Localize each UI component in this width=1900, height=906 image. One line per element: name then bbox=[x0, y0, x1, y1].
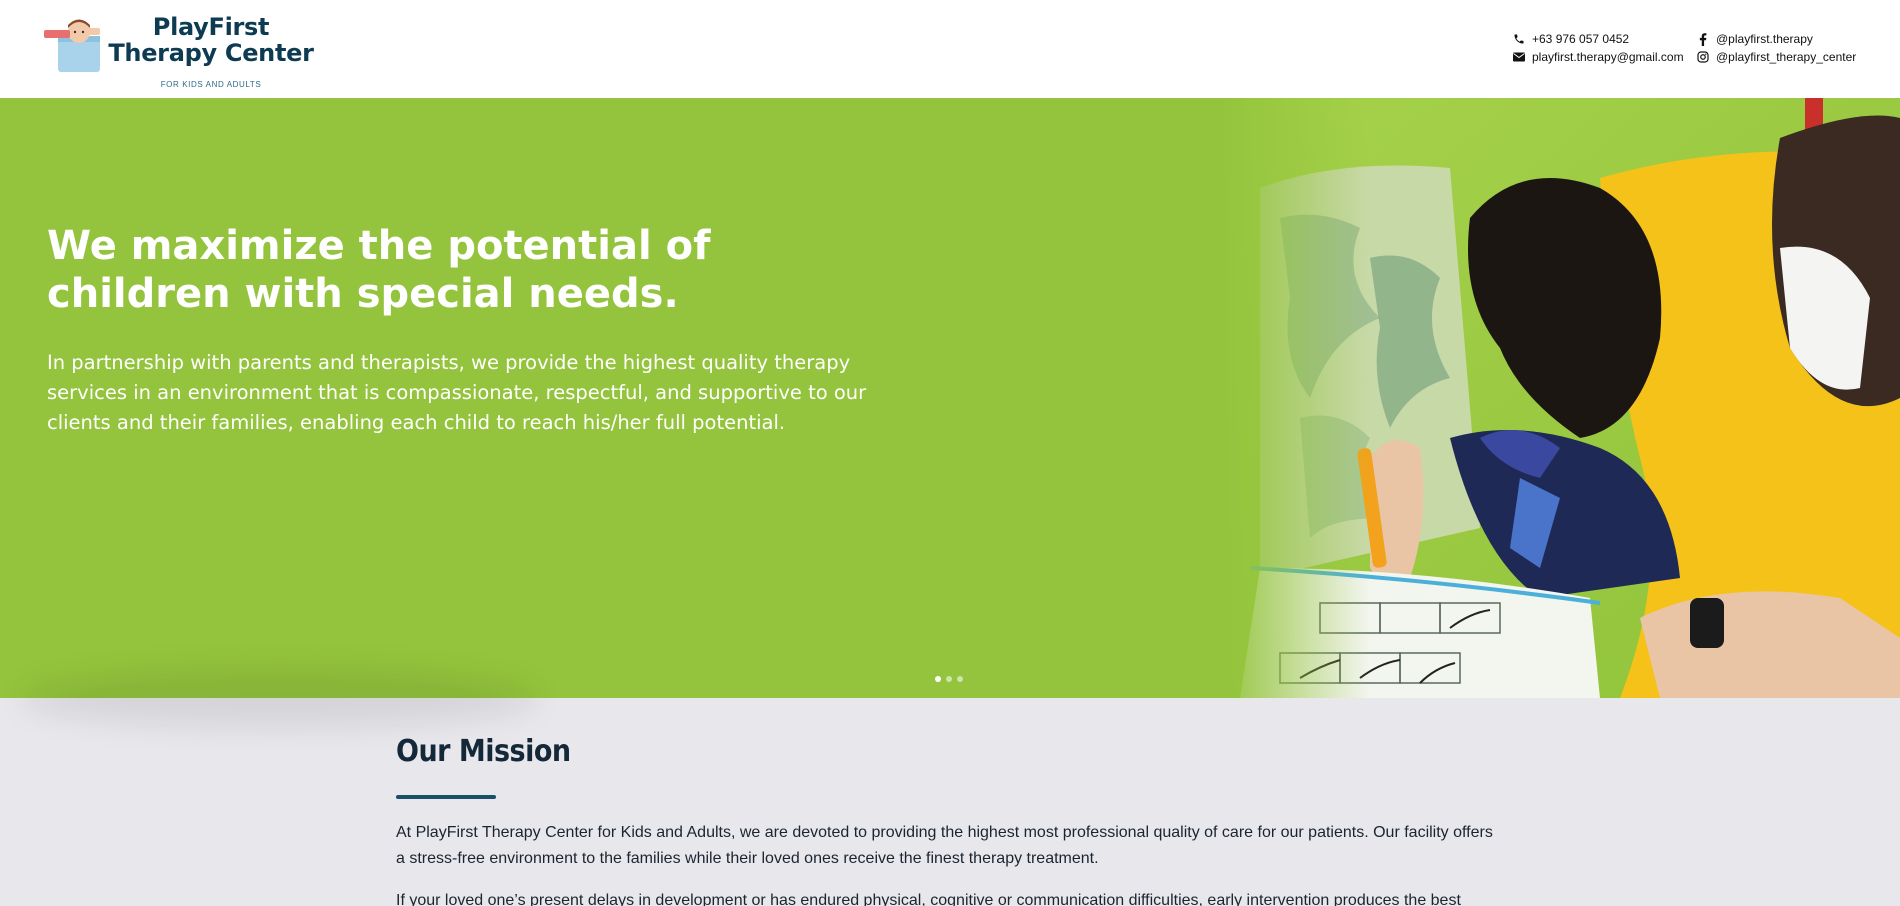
contact-info: +63 976 057 0452 playfirst.therapy@gmail… bbox=[1512, 30, 1684, 66]
slider-dots bbox=[935, 676, 963, 682]
mission-paragraph-1: At PlayFirst Therapy Center for Kids and… bbox=[396, 824, 1493, 867]
instagram-link[interactable]: @playfirst_therapy_center bbox=[1696, 48, 1856, 66]
title-underline bbox=[396, 795, 496, 799]
hero-slider: We maximize the potential of children wi… bbox=[0, 98, 1900, 698]
site-logo[interactable]: PlayFirst Therapy Center FOR KIDS AND AD… bbox=[44, 12, 314, 90]
envelope-icon bbox=[1512, 50, 1526, 64]
slider-dot-1[interactable] bbox=[935, 676, 941, 682]
facebook-text: @playfirst.therapy bbox=[1716, 32, 1813, 46]
logo-tagline: FOR KIDS AND ADULTS bbox=[160, 80, 262, 89]
phone-contact[interactable]: +63 976 057 0452 bbox=[1512, 30, 1684, 48]
mission-section: Our Mission At PlayFirst Therapy Center … bbox=[0, 668, 1900, 906]
instagram-text: @playfirst_therapy_center bbox=[1716, 50, 1857, 64]
logo-child-icon bbox=[44, 19, 100, 72]
logo-title: PlayFirst Therapy Center bbox=[106, 14, 316, 66]
logo-title-line1: PlayFirst bbox=[152, 13, 270, 41]
site-header: PlayFirst Therapy Center FOR KIDS AND AD… bbox=[0, 0, 1900, 98]
facebook-link[interactable]: @playfirst.therapy bbox=[1696, 30, 1856, 48]
hero-photo bbox=[1220, 98, 1900, 698]
mission-paragraph-2: If your loved one’s present delays in de… bbox=[396, 892, 1461, 906]
email-text: playfirst.therapy@gmail.com bbox=[1532, 50, 1684, 64]
logo-title-line2: Therapy Center bbox=[108, 39, 314, 67]
slider-dot-3[interactable] bbox=[957, 676, 963, 682]
decorative-shadow bbox=[20, 668, 540, 728]
hero-title: We maximize the potential of children wi… bbox=[47, 223, 711, 317]
facebook-icon bbox=[1696, 32, 1710, 46]
hero-description: In partnership with parents and therapis… bbox=[47, 351, 867, 434]
mission-title: Our Mission bbox=[396, 734, 571, 769]
phone-icon bbox=[1512, 32, 1526, 46]
slider-dot-2[interactable] bbox=[946, 676, 952, 682]
social-links: @playfirst.therapy @playfirst_therapy_ce… bbox=[1696, 30, 1856, 66]
instagram-icon bbox=[1696, 50, 1710, 64]
email-contact[interactable]: playfirst.therapy@gmail.com bbox=[1512, 48, 1684, 66]
phone-text: +63 976 057 0452 bbox=[1532, 32, 1630, 46]
